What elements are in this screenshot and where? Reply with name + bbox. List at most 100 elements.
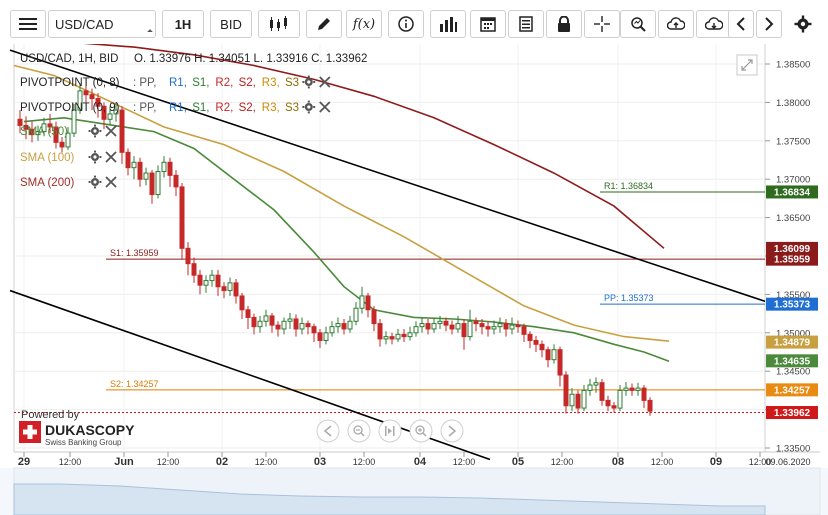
document-icon [519,16,533,32]
nav-scroll-right[interactable] [440,419,464,443]
pivot-pp-badge-label: 1.35373 [774,300,811,311]
candle-body [299,323,305,330]
candle-body [239,295,245,311]
price-chart[interactable]: 1.38500 1.38000 1.37500 1.37000 1.36500 1.360… [0,44,828,515]
timeframe-selector[interactable]: 1H [162,10,204,38]
template-button[interactable] [508,10,544,38]
candle-body [461,323,467,338]
pivot-label-s2: S2: 1.34257 [110,379,159,389]
sma-0-badge-label: 1.36099 [774,244,811,255]
side-label: BID [220,16,242,32]
x-end-date-label: 09.06.2020 [765,457,810,467]
indicator-label: SMA (50) [20,126,68,138]
gear-icon [794,15,812,33]
calendar-button[interactable] [470,10,506,38]
x-tick-label: 04 [414,456,427,468]
indicator-part: R3, [262,102,280,114]
info-button[interactable] [388,10,424,38]
candle-body [641,387,647,401]
instrument-line: USD/CAD, 1H, BID [20,53,118,65]
info-icon [398,16,414,32]
candle-body [341,323,347,330]
indicator-part: R2, [215,102,233,114]
gear-tooth [302,81,305,83]
bar-chart-icon [440,17,457,32]
candle-body [167,161,173,176]
candle-body [377,323,383,340]
candle-body [605,399,611,407]
x-tick-label: Jun [114,456,134,468]
candle-body [593,382,599,386]
x-tick-label: 12:00 [255,457,278,467]
expand-button[interactable] [736,54,758,76]
y-tick-label: 1.38500 [776,60,810,71]
candle-body [89,94,95,100]
symbol-label: USD/CAD [55,16,114,32]
indicator-label: PIVOTPOINT (0, 9) [20,102,120,114]
lock-button[interactable] [546,10,582,38]
candle-body [263,315,269,322]
indicator-part: S1, [192,102,209,114]
candle-body [83,90,89,96]
gear-tooth [99,156,102,158]
hamburger-icon [19,18,37,30]
nav-zoom-in[interactable] [409,419,433,443]
pivot-label-pp: PP: 1.35373 [604,293,654,303]
candle-body [203,280,209,286]
scroll-right-button[interactable] [756,10,782,38]
y-tick-label: 1.33500 [776,444,810,455]
chart-type-button[interactable] [258,10,300,38]
candle-body [437,320,443,325]
gear-tooth [307,86,310,89]
indicator-part: R2, [215,77,233,89]
draw-tool-button[interactable] [306,10,342,38]
gear-tooth [88,181,91,183]
gear-tooth [302,106,305,108]
nav-scroll-left[interactable] [316,419,340,443]
candle-body [503,323,509,330]
sma-2-badge-label: 1.34635 [774,356,811,367]
chevron-left-icon [736,17,745,31]
x-tick-label: 09 [710,456,722,468]
candle-body [575,393,581,409]
indicator-label: PIVOTPOINT (0, 8) [20,77,120,89]
x-tick-label: 29 [18,456,30,468]
candle-body [131,161,137,169]
candle-body [647,399,653,412]
toolbar: USD/CAD 1H BID f(x) [0,0,828,45]
symbol-selector[interactable]: USD/CAD [48,10,156,38]
candle-body [311,326,317,334]
candle-body [347,320,353,330]
gear-hole [307,80,311,84]
gear-hole [307,105,311,109]
x-tick-label: 02 [216,456,228,468]
function-icon: f(x) [352,16,376,32]
navigator-strip[interactable] [0,467,828,515]
upload-button[interactable] [658,10,694,38]
candle-body [539,343,545,351]
scroll-left-button[interactable] [728,10,754,38]
candle-body [59,141,65,148]
candle-body [221,286,227,292]
x-tick-label: 05 [512,456,524,468]
cloud-upload-icon [667,17,685,30]
pencil-icon [318,18,330,30]
download-button[interactable] [696,10,732,38]
candle-body [233,282,239,297]
candle-body [293,318,299,330]
nav-zoom-out[interactable] [347,419,371,443]
candle-body [551,349,557,361]
x-tick-label: 12:00 [59,457,82,467]
side-selector[interactable]: BID [210,10,252,38]
settings-button[interactable] [788,10,818,38]
y-tick-label: 1.38000 [776,98,810,109]
candle-body [269,315,275,326]
candles-icon [270,16,287,31]
candle-body [197,274,203,286]
crosshair-button[interactable] [584,10,620,38]
candle-body [215,274,221,288]
menu-button[interactable] [10,10,46,38]
volume-button[interactable] [430,10,466,38]
zoom-button[interactable] [620,10,656,38]
indicators-button[interactable]: f(x) [346,10,382,38]
